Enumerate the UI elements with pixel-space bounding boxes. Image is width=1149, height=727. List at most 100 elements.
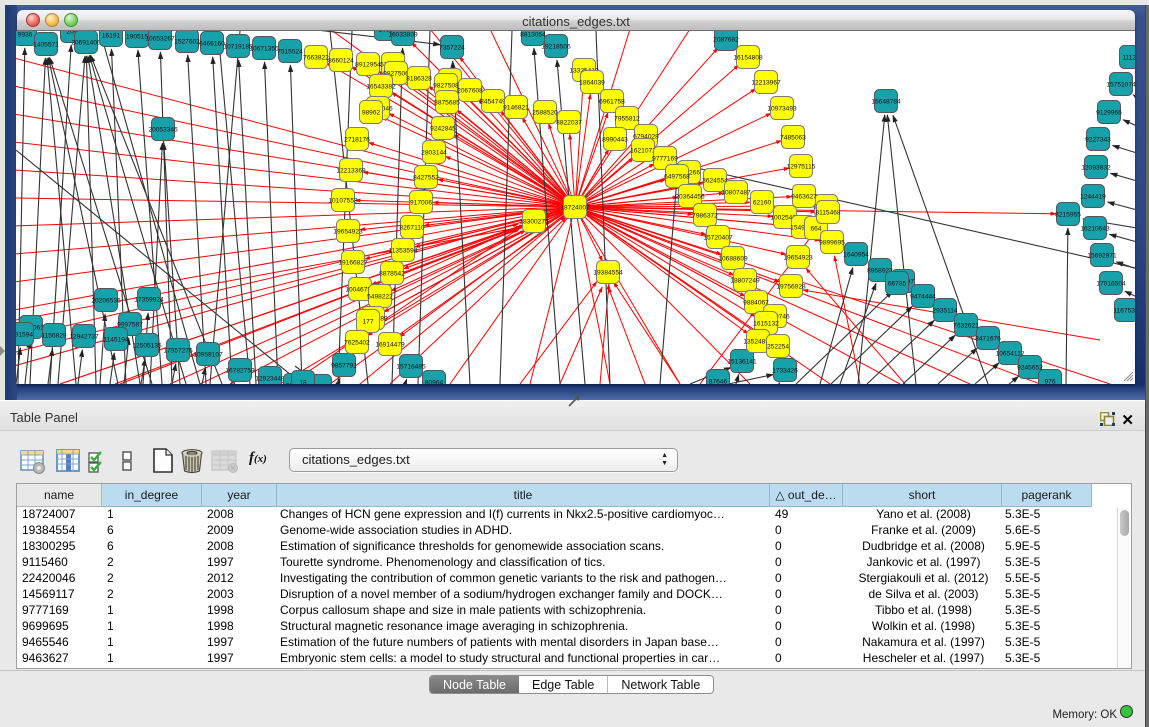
svg-text:6466160: 6466160 [199, 40, 225, 47]
svg-text:2067608: 2067608 [457, 87, 483, 94]
svg-text:8267110: 8267110 [399, 224, 425, 231]
svg-text:15751074: 15751074 [1106, 81, 1135, 88]
svg-text:8878542: 8878542 [379, 270, 405, 277]
svg-text:9463627: 9463627 [791, 193, 817, 200]
svg-text:16033809: 16033809 [388, 31, 418, 38]
svg-text:16154808: 16154808 [733, 54, 763, 61]
svg-text:664: 664 [810, 225, 821, 232]
svg-text:9899695: 9899695 [819, 239, 845, 246]
svg-text:19166827: 19166827 [338, 259, 368, 266]
svg-text:12093832: 12093832 [1081, 164, 1111, 171]
svg-text:10107553: 10107553 [328, 197, 358, 204]
svg-text:16648784: 16648784 [871, 98, 901, 105]
svg-text:10807487: 10807487 [721, 189, 751, 196]
svg-text:1864039: 1864039 [579, 79, 605, 86]
svg-text:3624554: 3624554 [702, 177, 728, 184]
svg-text:991594: 991594 [16, 331, 33, 338]
svg-text:19756928: 19756928 [776, 283, 806, 290]
svg-text:8813054: 8813054 [520, 31, 546, 38]
svg-text:9936: 9936 [18, 31, 33, 38]
svg-text:18300275: 18300275 [519, 218, 549, 225]
svg-text:1640954: 1640954 [843, 251, 869, 258]
svg-text:8912954: 8912954 [355, 61, 381, 68]
svg-text:177: 177 [362, 318, 373, 325]
svg-text:10653267: 10653267 [145, 35, 175, 42]
svg-text:7986372: 7986372 [692, 212, 718, 219]
svg-text:17359924: 17359924 [134, 296, 164, 303]
svg-text:7515524: 7515524 [277, 48, 303, 55]
svg-text:18724007: 18724007 [560, 204, 590, 211]
svg-text:19218506: 19218506 [541, 43, 571, 50]
svg-text:2087682: 2087682 [713, 36, 739, 43]
svg-text:15136141: 15136141 [727, 358, 757, 365]
svg-text:1244419: 1244419 [1080, 193, 1106, 200]
svg-text:7357224: 7357224 [439, 44, 465, 51]
svg-text:2803144: 2803144 [421, 149, 447, 156]
svg-text:11353594: 11353594 [389, 247, 418, 254]
svg-text:7663822: 7663822 [303, 54, 329, 61]
svg-text:9245652: 9245652 [1017, 364, 1043, 371]
svg-text:16191: 16191 [102, 32, 121, 39]
svg-text:5498222: 5498222 [367, 293, 393, 300]
svg-text:8471676: 8471676 [975, 335, 1001, 342]
svg-text:16210643: 16210643 [1080, 225, 1110, 232]
svg-text:66785: 66785 [888, 280, 907, 287]
svg-text:9146821: 9146821 [503, 104, 529, 111]
svg-text:1615132: 1615132 [753, 320, 779, 327]
svg-text:10688609: 10688609 [718, 255, 748, 262]
svg-text:7955812: 7955812 [614, 115, 640, 122]
svg-text:12923448: 12923448 [255, 375, 285, 382]
svg-text:19654923: 19654923 [333, 228, 363, 235]
svg-text:9857791: 9857791 [331, 362, 357, 369]
svg-text:1167534: 1167534 [1113, 307, 1135, 314]
svg-text:15720407: 15720407 [703, 234, 733, 241]
svg-text:10958107: 10958107 [193, 351, 223, 358]
svg-text:20364456: 20364456 [675, 193, 705, 200]
svg-text:9827508: 9827508 [433, 82, 459, 89]
svg-text:18807249: 18807249 [730, 277, 760, 284]
svg-text:7485063: 7485063 [780, 134, 806, 141]
svg-text:20206536: 20206536 [91, 297, 121, 304]
svg-text:10671355: 10671355 [249, 45, 279, 52]
svg-text:8186328: 8186328 [406, 75, 432, 82]
svg-text:16782759: 16782759 [225, 367, 255, 374]
svg-text:8990443: 8990443 [602, 136, 628, 143]
svg-text:8115468: 8115468 [815, 209, 841, 216]
svg-text:12213967: 12213967 [751, 79, 781, 86]
svg-text:12213369: 12213369 [336, 167, 366, 174]
svg-text:87646: 87646 [709, 378, 728, 384]
svg-text:15716485: 15716485 [396, 363, 426, 370]
svg-text:80964: 80964 [425, 379, 444, 384]
svg-text:7625402: 7625402 [344, 339, 370, 346]
svg-text:8215955: 8215955 [1055, 211, 1081, 218]
svg-text:8822037: 8822037 [556, 119, 582, 126]
svg-text:2935114: 2935114 [932, 307, 958, 314]
svg-text:9777169: 9777169 [652, 155, 678, 162]
svg-text:2718176: 2718176 [344, 136, 370, 143]
svg-text:917006: 917006 [410, 199, 432, 206]
svg-text:16914479: 16914479 [375, 341, 405, 348]
svg-text:17016504: 17016504 [1096, 280, 1126, 287]
svg-text:9227343: 9227343 [1085, 136, 1111, 143]
svg-text:1145194: 1145194 [103, 336, 129, 343]
svg-text:7632621: 7632621 [953, 322, 979, 329]
svg-text:20053346: 20053346 [148, 126, 178, 133]
svg-text:19384554: 19384554 [593, 269, 623, 276]
svg-text:19654923: 19654923 [783, 254, 813, 261]
svg-text:1405571: 1405571 [33, 41, 59, 48]
svg-text:6961758: 6961758 [599, 98, 625, 105]
svg-text:11124: 11124 [1122, 54, 1135, 61]
svg-text:6497568: 6497568 [664, 173, 690, 180]
svg-text:8660124: 8660124 [328, 57, 354, 64]
svg-text:2588520: 2588520 [532, 109, 558, 116]
svg-text:1621072: 1621072 [630, 147, 656, 154]
svg-text:1527602: 1527602 [174, 38, 200, 45]
svg-text:62160: 62160 [753, 199, 772, 206]
svg-text:18: 18 [299, 379, 307, 384]
svg-text:17957275: 17957275 [163, 347, 193, 354]
svg-text:12975115: 12975115 [787, 163, 816, 170]
svg-text:15692971: 15692971 [1087, 252, 1117, 259]
svg-text:1733426: 1733426 [772, 367, 798, 374]
svg-text:8427552: 8427552 [413, 174, 439, 181]
svg-text:9474444: 9474444 [910, 293, 936, 300]
